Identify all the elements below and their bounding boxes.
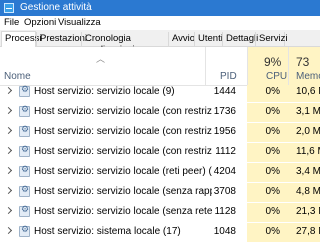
tab-cronologia-applicazioni[interactable]: Cronologia applicazioni [81,32,168,55]
process-memory: 11,6 M [296,146,320,157]
process-memory: 3,1 M [296,106,320,117]
title-bar: Gestione attività [0,0,320,16]
expand-chevron-icon[interactable] [4,186,13,195]
table-row[interactable]: Host servizio: servizio locale (reti pee… [0,163,320,182]
tab-avvio[interactable]: Avvio [168,32,195,46]
process-name: Host servizio: servizio locale (reti pee… [34,166,212,177]
column-header-cpu[interactable]: CPU [266,71,287,82]
column-separator[interactable] [288,47,289,85]
menu-visualizza[interactable]: Visualizza [58,17,101,28]
expand-chevron-icon[interactable] [4,126,13,135]
process-cpu: 0% [265,186,280,197]
process-cpu: 0% [265,146,280,157]
process-memory: 4,8 M [296,186,320,197]
process-name: Host servizio: sistema locale (17) [34,226,181,237]
process-name: Host servizio: servizio locale (9) [34,86,175,97]
table-row[interactable]: Host servizio: servizio locale (con rest… [0,123,320,142]
expand-chevron-icon[interactable] [4,106,13,115]
process-memory: 27,8 M [296,226,320,237]
table-row[interactable]: Host servizio: servizio locale (senza re… [0,203,320,222]
column-separator[interactable] [247,47,248,85]
tab-servizi[interactable]: Servizi [255,32,288,46]
process-name: Host servizio: servizio locale (senza re… [34,206,212,217]
window-title: Gestione attività [20,2,92,13]
tab-utenti[interactable]: Utenti [194,32,223,46]
process-cpu: 0% [265,206,280,217]
process-memory: 3,4 M [296,166,320,177]
table-row[interactable]: Host servizio: sistema locale (17) 1048 … [0,223,320,242]
service-gear-icon [19,185,30,197]
sort-chevron-up-icon: ︿ [96,54,106,64]
process-memory: 21,3 M [296,206,320,217]
process-cpu: 0% [265,166,280,177]
cpu-total-percent: 9% [264,55,282,69]
process-cpu: 0% [265,126,280,137]
expand-chevron-icon[interactable] [4,226,13,235]
process-memory: 2,0 M [296,126,320,137]
process-pid: 1956 [213,126,236,137]
process-pid: 1736 [213,106,236,117]
tab-dettagli[interactable]: Dettagli [222,32,258,46]
column-header-pid[interactable]: PID [220,71,237,82]
column-header-name[interactable]: Nome [4,71,31,82]
expand-chevron-icon[interactable] [4,86,13,95]
process-cpu: 0% [265,226,280,237]
process-memory: 10,6 M [296,86,320,97]
process-cpu: 0% [265,106,280,117]
process-name: Host servizio: servizio locale (con rest… [34,106,212,117]
service-gear-icon [19,145,30,157]
service-gear-icon [19,105,30,117]
task-manager-icon [4,3,14,13]
table-row[interactable]: Host servizio: servizio locale (9) 1444 … [0,85,320,102]
process-name: Host servizio: servizio locale (con rest… [34,146,212,157]
menu-bar: File Opzioni Visualizza [0,16,320,30]
menu-file[interactable]: File [4,17,19,28]
process-name: Host servizio: servizio locale (senza ra… [34,186,212,197]
process-pid: 4204 [213,166,236,177]
column-header: ︿ Nome PID 9% CPU 73 Memo [0,47,320,86]
process-pid: 3708 [213,186,236,197]
tab-processi[interactable]: Processi [1,31,41,47]
process-cpu: 0% [265,86,280,97]
table-row[interactable]: Host servizio: servizio locale (senza ra… [0,183,320,202]
process-pid: 1112 [215,146,236,157]
column-header-memory[interactable]: Memo [296,71,320,82]
process-list: Host servizio: servizio locale (9) 1444 … [0,85,320,242]
service-gear-icon [19,225,30,237]
service-gear-icon [19,125,30,137]
expand-chevron-icon[interactable] [4,166,13,175]
tab-bar: Processi Prestazioni Cronologia applicaz… [0,30,320,55]
process-name: Host servizio: servizio locale (con rest… [34,126,212,137]
table-row[interactable]: Host servizio: servizio locale (con rest… [0,103,320,122]
service-gear-icon [19,205,30,217]
expand-chevron-icon[interactable] [4,206,13,215]
tab-prestazioni[interactable]: Prestazioni [36,32,87,46]
process-pid: 1444 [213,86,236,97]
column-separator[interactable] [205,47,206,85]
expand-chevron-icon[interactable] [4,146,13,155]
table-row[interactable]: Host servizio: servizio locale (con rest… [0,143,320,162]
menu-opzioni[interactable]: Opzioni [24,17,56,28]
process-pid: 1128 [214,206,236,217]
memory-total-percent: 73 [296,55,310,69]
process-pid: 1048 [213,226,236,237]
service-gear-icon [19,165,30,177]
service-gear-icon [19,85,30,97]
